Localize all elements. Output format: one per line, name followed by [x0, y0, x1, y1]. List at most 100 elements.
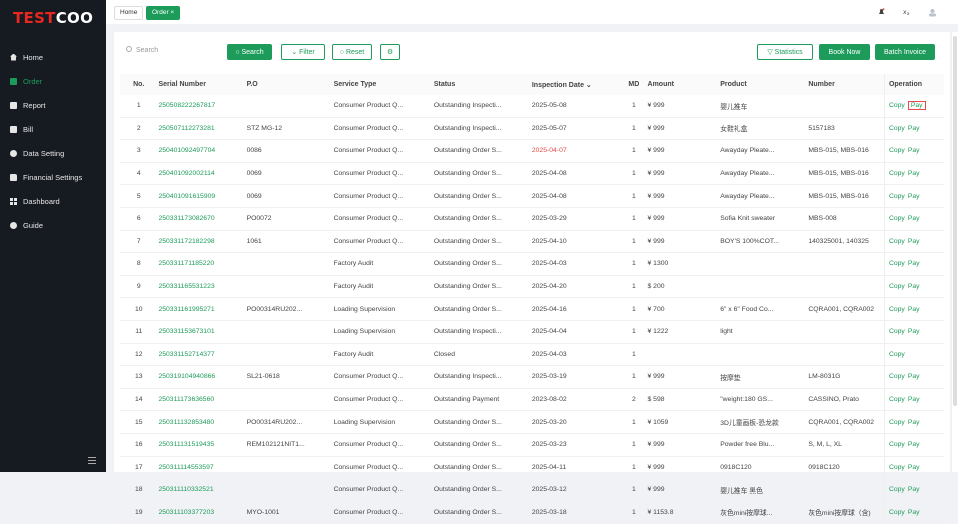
sidebar-item-guide[interactable]: Guide [0, 214, 106, 236]
pay-link[interactable]: Pay [908, 373, 920, 380]
cell-serial-number[interactable]: 250311114553597 [157, 456, 246, 480]
pay-link[interactable]: Pay [908, 306, 920, 313]
cell-serial-number[interactable]: 250331173082670 [157, 207, 246, 231]
menu-icon[interactable] [88, 457, 96, 466]
cell-serial-number[interactable]: 250311110332521 [157, 478, 246, 502]
cell-operation: Copy Pay [883, 320, 944, 344]
cell-serial-number[interactable]: 250331172182298 [157, 230, 246, 254]
copy-link[interactable]: Copy [889, 486, 905, 493]
copy-link[interactable]: Copy [889, 396, 905, 403]
sidebar-item-report[interactable]: Report [0, 94, 106, 116]
settings-button[interactable]: ⚙ [380, 44, 400, 60]
sidebar-item-order[interactable]: Order [0, 70, 106, 92]
copy-link[interactable]: Copy [889, 125, 905, 132]
cell-serial-number[interactable]: 250401092002114 [157, 162, 246, 186]
cell-serial-number[interactable]: 250331152714377 [157, 343, 246, 367]
scrollbar[interactable] [952, 32, 958, 472]
pay-link[interactable]: Pay [908, 193, 920, 200]
copy-link[interactable]: Copy [889, 328, 905, 335]
cell-serial-number[interactable]: 250507112273281 [157, 117, 246, 141]
copy-link[interactable]: Copy [889, 238, 905, 245]
cell-po: 0069 [245, 162, 333, 186]
search-input[interactable]: Search [126, 44, 216, 58]
pay-link[interactable]: Pay [908, 509, 920, 516]
cell-serial-number[interactable]: 250331161995271 [157, 297, 246, 321]
cell-status: Outstanding Order S... [432, 410, 531, 434]
copy-link[interactable]: Copy [889, 373, 905, 380]
tab-order[interactable]: Order × [146, 6, 181, 20]
col-inspection-date[interactable]: Inspection Date ⌄ [530, 74, 622, 95]
bell-icon[interactable] [878, 8, 885, 15]
cell-serial-number[interactable]: 250311132853480 [157, 410, 246, 434]
copy-link[interactable]: Copy [889, 102, 905, 109]
cell-po: STZ MG-12 [245, 117, 333, 141]
order-icon [10, 77, 17, 85]
sidebar-item-bill[interactable]: Bill [0, 118, 106, 140]
cell-serial-number[interactable]: 250319104940866 [157, 365, 246, 389]
copy-link[interactable]: Copy [889, 441, 905, 448]
pay-link[interactable]: Pay [908, 441, 920, 448]
cell-serial-number[interactable]: 250401092497704 [157, 139, 246, 163]
cell-serial-number[interactable]: 250331153673101 [157, 320, 246, 344]
copy-link[interactable]: Copy [889, 306, 905, 313]
pay-link[interactable]: Pay [908, 260, 920, 267]
cell-status: Outstanding Inspecti... [432, 117, 531, 141]
pay-link[interactable]: Pay [908, 283, 920, 290]
sidebar-item-data-setting[interactable]: Data Setting [0, 142, 106, 164]
cell-no: 2 [120, 117, 158, 141]
cell-serial-number[interactable]: 250311103377203 [157, 501, 246, 524]
copy-link[interactable]: Copy [889, 193, 905, 200]
pay-link[interactable]: Pay [907, 101, 926, 111]
cell-operation: Copy Pay [883, 365, 944, 389]
pay-link[interactable]: Pay [908, 486, 920, 493]
copy-link[interactable]: Copy [889, 170, 905, 177]
cell-serial-number[interactable]: 250331171185220 [157, 252, 246, 276]
cell-number: 5157183 [807, 117, 885, 141]
pay-link[interactable]: Pay [908, 396, 920, 403]
avatar[interactable] [928, 8, 936, 17]
sidebar-item-dashboard[interactable]: Dashboard [0, 190, 106, 212]
pay-link[interactable]: Pay [908, 147, 920, 154]
copy-link[interactable]: Copy [889, 260, 905, 267]
cell-serial-number[interactable]: 250331165531223 [157, 275, 246, 299]
pay-link[interactable]: Pay [908, 464, 920, 471]
statistics-button[interactable]: ▽ Statistics [757, 44, 813, 60]
cell-no: 10 [120, 297, 158, 321]
pay-link[interactable]: Pay [908, 125, 920, 132]
book-now-button[interactable]: Book Now [819, 44, 870, 60]
tab-home[interactable]: Home [114, 6, 144, 20]
cell-serial-number[interactable]: 250311173636560 [157, 388, 246, 412]
copy-link[interactable]: Copy [889, 419, 905, 426]
pay-link[interactable]: Pay [908, 170, 920, 177]
table-row: 12 250331152714377 Factory Audit Closed 2025… [120, 343, 944, 367]
search-button[interactable]: ○ Search [227, 44, 272, 60]
pay-link[interactable]: Pay [908, 238, 920, 245]
batch-invoice-button[interactable]: Batch Invoice [875, 44, 935, 60]
brand-logo[interactable]: TESTCOO [13, 9, 93, 27]
cell-serial-number[interactable]: 250311131519435 [157, 433, 246, 457]
copy-link[interactable]: Copy [889, 509, 905, 516]
cell-amount: ¥ 1059 [646, 410, 720, 434]
copy-link[interactable]: Copy [889, 147, 905, 154]
cell-service-type: Consumer Product Q... [332, 95, 433, 118]
sidebar-item-home[interactable]: Home [0, 46, 106, 68]
cell-serial-number[interactable]: 250401091615909 [157, 184, 246, 208]
filter-button[interactable]: ⌄ Filter [281, 44, 325, 60]
copy-link[interactable]: Copy [889, 215, 905, 222]
reset-button[interactable]: ○ Reset [332, 44, 372, 60]
cell-operation: Copy Pay [883, 297, 944, 321]
cell-service-type: Loading Supervision [332, 320, 433, 344]
translate-icon[interactable]: xa [903, 8, 910, 16]
sidebar-item-financial-settings[interactable]: Financial Settings [0, 166, 106, 188]
copy-link[interactable]: Copy [889, 283, 905, 290]
cell-serial-number[interactable]: 250508222267817 [157, 95, 246, 118]
copy-link[interactable]: Copy [889, 351, 905, 358]
gear-icon [10, 149, 17, 157]
pay-link[interactable]: Pay [908, 215, 920, 222]
copy-link[interactable]: Copy [889, 464, 905, 471]
pay-link[interactable]: Pay [908, 419, 920, 426]
cell-no: 9 [120, 275, 158, 299]
cell-status: Outstanding Order S... [432, 252, 531, 276]
pay-link[interactable]: Pay [908, 328, 920, 335]
cell-number: LM-8031G [807, 365, 885, 389]
